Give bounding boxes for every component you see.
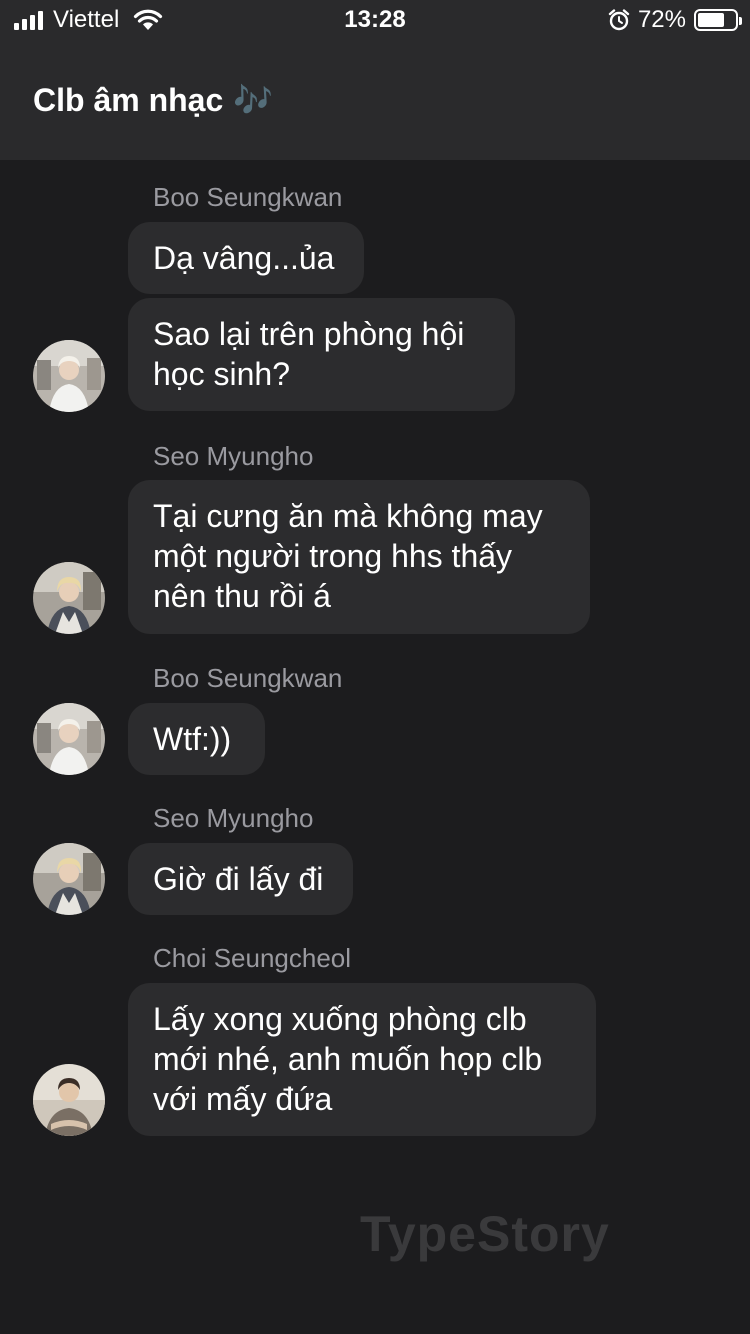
message-bubble[interactable]: Giờ đi lấy đi — [128, 843, 353, 915]
chat-title: Clb âm nhạc — [33, 81, 224, 118]
avatar-seo-myungho[interactable] — [33, 843, 105, 915]
watermark: TypeStory — [360, 1206, 610, 1262]
battery-percent: 72% — [637, 6, 686, 33]
sender-name: Boo Seungkwan — [153, 182, 343, 212]
message-bubble[interactable]: Tại cưng ăn mà không may một người trong… — [128, 480, 590, 634]
message-bubble[interactable]: Dạ vâng...ủa — [128, 222, 364, 294]
avatar-boo-seungkwan[interactable] — [33, 703, 105, 775]
avatar-boo-seungkwan[interactable] — [33, 340, 105, 412]
avatar-image — [33, 843, 105, 915]
avatar-seo-myungho[interactable] — [33, 562, 105, 634]
avatar-image — [33, 340, 105, 412]
battery-icon — [694, 9, 742, 31]
avatar-choi-seungcheol[interactable] — [33, 1064, 105, 1136]
sender-name: Seo Myungho — [153, 803, 314, 833]
message-bubble[interactable]: Sao lại trên phòng hội học sinh? — [128, 298, 515, 411]
avatar-image — [33, 703, 105, 775]
chat-header: Clb âm nhạc 🎶 — [0, 40, 750, 160]
avatar-image — [33, 1064, 105, 1136]
status-right: 72% — [608, 6, 742, 34]
sender-name: Choi Seungcheol — [153, 943, 352, 973]
message-bubble[interactable]: Lấy xong xuống phòng clb mới nhé, anh mu… — [128, 983, 596, 1136]
message-bubble[interactable]: Wtf:)) — [128, 703, 265, 775]
alarm-icon — [608, 9, 630, 31]
sender-name: Seo Myungho — [153, 441, 314, 471]
status-bar: Viettel 13:28 72% — [0, 0, 750, 40]
sender-name: Boo Seungkwan — [153, 663, 343, 693]
avatar-image — [33, 562, 105, 634]
music-notes-emoji: 🎶 — [233, 82, 274, 118]
